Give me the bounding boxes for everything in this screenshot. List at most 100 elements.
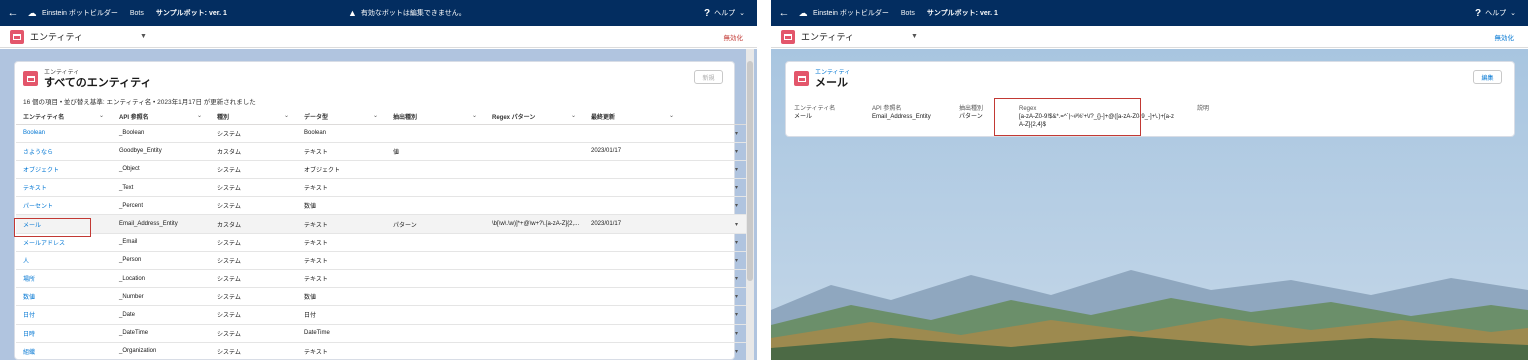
entity-name-link[interactable]: 人 (16, 251, 112, 271)
nav-tab-bots[interactable]: Bots (901, 10, 915, 17)
row-action-chevron-icon[interactable]: ▾ (682, 178, 748, 198)
row-action-chevron-icon[interactable]: ▾ (682, 124, 748, 143)
table-cell: システム (210, 160, 297, 180)
entity-name-link[interactable]: パーセント (16, 196, 112, 216)
edit-button[interactable]: 編集 (1473, 70, 1502, 84)
entity-table: エンティティ名 ⌄ API 参照名 ⌄ 種別 ⌄ データ型 ⌄ 抽出種別 ⌄ Regex パターン ⌄… (16, 109, 748, 360)
column-header[interactable]: 種別 ⌄ (210, 109, 297, 125)
entity-name-link[interactable]: 場所 (16, 269, 112, 289)
column-sort-chevron-icon[interactable]: ⌄ (373, 112, 378, 119)
detail-eyebrow[interactable]: エンティティ (815, 70, 850, 77)
entity-detail-card: エンティティ メール 編集 エンティティ名 メール API 参照名 Email_… (785, 61, 1515, 137)
new-button[interactable]: 新規 (694, 70, 723, 84)
table-row[interactable]: 場所 _Location システム テキスト ▾ (16, 269, 748, 289)
table-cell (386, 305, 485, 325)
help-menu[interactable]: ? ヘルプ ⌄ (1475, 0, 1516, 26)
column-header[interactable]: エンティティ名 ⌄ (16, 109, 112, 125)
deactivate-link[interactable]: 無効化 (724, 32, 744, 42)
column-sort-chevron-icon[interactable]: ⌄ (472, 112, 477, 119)
help-menu[interactable]: ? ヘルプ ⌄ (704, 0, 745, 26)
table-cell: システム (210, 178, 297, 198)
table-cell (485, 324, 584, 343)
table-cell: システム (210, 233, 297, 252)
table-row[interactable]: メールアドレス _Email システム テキスト ▾ (16, 233, 748, 252)
row-action-chevron-icon[interactable]: ▾ (682, 142, 748, 161)
entity-name-link[interactable]: さようなら (16, 142, 112, 161)
nav-tab-bots[interactable]: Bots (130, 10, 144, 17)
row-action-chevron-icon[interactable]: ▾ (682, 196, 748, 216)
table-cell: _Boolean (112, 124, 210, 143)
table-cell: DateTime (297, 324, 386, 343)
field-label: エンティティ名 (794, 106, 836, 112)
column-header[interactable]: 最終更新 ⌄ (584, 109, 682, 125)
column-sort-chevron-icon[interactable]: ⌄ (284, 112, 289, 119)
row-action-chevron-icon[interactable]: ▾ (682, 251, 748, 271)
table-cell (584, 287, 682, 307)
column-header-label: エンティティ名 (23, 114, 65, 121)
deactivate-link[interactable]: 無効化 (1495, 32, 1515, 42)
table-cell: テキスト (297, 269, 386, 289)
entity-name-link[interactable]: 日付 (16, 305, 112, 325)
back-arrow-icon[interactable]: ← (0, 7, 26, 19)
row-action-chevron-icon[interactable]: ▾ (682, 342, 748, 360)
table-row[interactable]: 組織 _Organization システム テキスト ▾ (16, 342, 748, 360)
highlight-box-email-row (14, 218, 91, 237)
row-action-chevron-icon[interactable]: ▾ (682, 269, 748, 289)
column-sort-chevron-icon[interactable]: ⌄ (669, 112, 674, 119)
column-header[interactable]: データ型 ⌄ (297, 109, 386, 125)
entity-name-link[interactable]: テキスト (16, 178, 112, 198)
column-header[interactable]: API 参照名 ⌄ (112, 109, 210, 125)
table-row[interactable]: さようなら Goodbye_Entity カスタム テキスト値 2023/01/17 ▾ (16, 142, 748, 161)
row-action-chevron-icon[interactable]: ▾ (682, 305, 748, 325)
table-cell (485, 251, 584, 271)
row-action-chevron-icon[interactable]: ▾ (682, 233, 748, 252)
entity-name-link[interactable]: 数値 (16, 287, 112, 307)
table-cell: システム (210, 124, 297, 143)
entity-name-link[interactable]: 日時 (16, 324, 112, 343)
section-dropdown-caret-icon[interactable]: ▼ (911, 33, 918, 40)
table-cell: _Object (112, 160, 210, 180)
back-arrow-icon[interactable]: ← (771, 7, 797, 19)
field-extraction-type: 抽出種別 パターン (959, 106, 999, 129)
table-cell (386, 196, 485, 216)
field-label: 抽出種別 (959, 106, 984, 112)
section-dropdown-caret-icon[interactable]: ▼ (140, 33, 147, 40)
column-sort-chevron-icon[interactable]: ⌄ (99, 112, 104, 119)
entity-name-link[interactable]: オブジェクト (16, 160, 112, 180)
column-header[interactable]: Regex パターン ⌄ (485, 109, 584, 125)
column-header[interactable]: 抽出種別 ⌄ (386, 109, 485, 125)
row-action-chevron-icon[interactable]: ▾ (682, 214, 748, 234)
entity-icon (794, 71, 809, 86)
table-row[interactable]: テキスト _Text システム テキスト ▾ (16, 178, 748, 198)
app-name: Einstein ボットビルダー (42, 10, 118, 17)
scrollbar-thumb[interactable] (747, 61, 753, 281)
table-cell (485, 342, 584, 360)
table-row[interactable]: Boolean _Boolean システム Boolean ▾ (16, 124, 748, 143)
table-row[interactable]: 人 _Person システム テキスト ▾ (16, 251, 748, 271)
table-cell: \b[\w\.\w)]*+@\w+?\.[a-zA-Z]{2,... (485, 214, 584, 234)
column-sort-chevron-icon[interactable]: ⌄ (571, 112, 576, 119)
table-cell: オブジェクト (297, 160, 386, 180)
table-cell: システム (210, 269, 297, 289)
table-row[interactable]: 日付 _Date システム 日付 ▾ (16, 305, 748, 325)
table-row[interactable]: メール Email_Address_Entity カスタム テキスト パターン \b[\w… (16, 214, 748, 234)
table-row[interactable]: パーセント _Percent システム 数値 ▾ (16, 196, 748, 216)
table-row[interactable]: 日時 _DateTime システム DateTime ▾ (16, 324, 748, 343)
field-value: Email_Address_Entity (872, 114, 931, 120)
table-cell: テキスト (297, 214, 386, 234)
table-row[interactable]: 数値 _Number システム 数値 ▾ (16, 287, 748, 307)
entity-name-link[interactable]: 組織 (16, 342, 112, 360)
table-cell: システム (210, 305, 297, 325)
entity-name-link[interactable]: Boolean (16, 124, 112, 143)
row-action-chevron-icon[interactable]: ▾ (682, 287, 748, 307)
row-action-chevron-icon[interactable]: ▾ (682, 324, 748, 343)
column-sort-chevron-icon[interactable]: ⌄ (197, 112, 202, 119)
table-cell (485, 287, 584, 307)
table-cell (386, 324, 485, 343)
einstein-logo-icon: ☁ (27, 7, 37, 18)
table-cell (386, 178, 485, 198)
table-cell: 数値 (297, 287, 386, 307)
row-action-chevron-icon[interactable]: ▾ (682, 160, 748, 180)
table-row[interactable]: オブジェクト _Object システム オブジェクト ▾ (16, 160, 748, 180)
scrollbar[interactable] (746, 49, 754, 360)
